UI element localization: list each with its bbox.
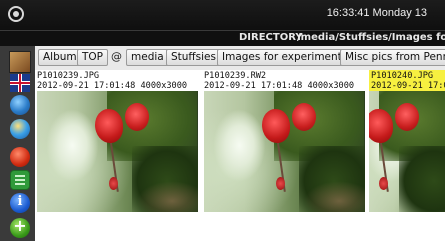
thumbnail-dimensions: 4000x3000	[307, 80, 355, 91]
top-button[interactable]: TOP	[77, 49, 109, 66]
breadcrumb-stuffsies[interactable]: Stuffsies	[166, 49, 221, 66]
directory-bar: DIRECTORY /media/Stuffsies/Images for ex…	[0, 31, 445, 46]
clock: 16:33:41 Monday 13	[326, 7, 427, 19]
album-button[interactable]: Album	[38, 49, 82, 66]
avatar[interactable]	[9, 51, 31, 73]
directory-path: /media/Stuffsies/Images for exp	[297, 32, 445, 43]
thumbnail-meta: P1010239.RW2 2012-09-21 17:01:48 4000x30…	[202, 70, 367, 91]
breadcrumb: Album TOP @ media Stuffsies Images for e…	[35, 46, 445, 71]
thumbnail-item[interactable]: P1010239.RW2 2012-09-21 17:01:48 4000x30…	[202, 70, 367, 215]
globe-icon[interactable]	[10, 119, 30, 139]
thumbnail-datetime: 2012-09-21 17:01:48	[37, 80, 136, 91]
thumbnail-datetime: 2012-09-21 17:01:48	[371, 80, 445, 91]
uk-flag-icon[interactable]	[10, 74, 30, 92]
thumbnail-meta: P1010240.JPG 2012-09-21 17:01:48 4000x30…	[369, 70, 445, 91]
heart-icon[interactable]	[10, 147, 30, 167]
top-bar: 16:33:41 Monday 13	[0, 0, 445, 31]
thumbnail-meta: P1010239.JPG 2012-09-21 17:01:48 4000x30…	[35, 70, 200, 91]
thumbnail-item[interactable]: P1010239.JPG 2012-09-21 17:01:48 4000x30…	[35, 70, 200, 215]
sidebar	[0, 46, 36, 241]
power-icon[interactable]	[8, 6, 24, 22]
list-icon[interactable]	[10, 170, 30, 190]
breadcrumb-media[interactable]: media	[126, 49, 169, 66]
breadcrumb-images-for-experiments[interactable]: Images for experiments	[217, 49, 353, 66]
thumbnail-dimensions: 4000x3000	[140, 80, 188, 91]
add-icon[interactable]	[10, 216, 30, 238]
thumbnail-image[interactable]	[369, 91, 445, 212]
breadcrumb-misc-pics[interactable]: Misc pics from Penny	[340, 49, 445, 66]
globe-icon[interactable]	[10, 95, 30, 115]
thumbnail-grid: P1010239.JPG 2012-09-21 17:01:48 4000x30…	[35, 70, 445, 241]
thumbnail-item-selected[interactable]: P1010240.JPG 2012-09-21 17:01:48 4000x30…	[369, 70, 445, 215]
at-separator[interactable]: @	[111, 50, 122, 63]
thumbnail-image[interactable]	[204, 91, 365, 212]
thumbnail-datetime: 2012-09-21 17:01:48	[204, 80, 303, 91]
thumbnail-image[interactable]	[37, 91, 198, 212]
directory-label: DIRECTORY	[239, 32, 303, 43]
info-icon[interactable]	[10, 193, 30, 213]
